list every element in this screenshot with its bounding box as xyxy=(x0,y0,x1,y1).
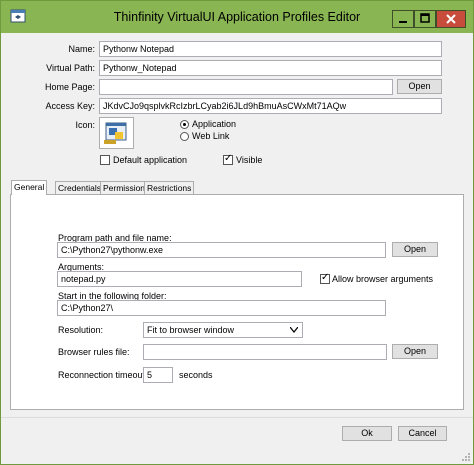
footer-divider xyxy=(1,417,473,418)
chevron-down-icon xyxy=(290,327,298,333)
app-icon-picker[interactable] xyxy=(99,117,134,149)
icon-label: Icon: xyxy=(75,120,95,130)
browser-rules-open-button[interactable]: Open xyxy=(392,344,438,359)
home-page-field[interactable] xyxy=(99,79,393,95)
start-folder-field[interactable]: C:\Python27\ xyxy=(57,300,386,316)
name-field[interactable]: Pythonw Notepad xyxy=(99,41,442,57)
python-app-icon xyxy=(104,122,127,144)
program-path-open-button[interactable]: Open xyxy=(392,242,438,257)
default-application-label: Default application xyxy=(113,155,188,165)
tab-general[interactable]: General xyxy=(11,180,48,195)
profiles-editor-window: Thinfinity VirtualUI Application Profile… xyxy=(0,0,474,465)
access-key-field[interactable]: JKdvCJo9qsplvkRcIzbrLCyab2i6JLd9hBmuAsCW… xyxy=(99,98,442,114)
minimize-icon xyxy=(399,21,407,23)
maximize-button[interactable] xyxy=(414,10,436,28)
minimize-button[interactable] xyxy=(392,10,414,28)
name-label: Name: xyxy=(68,44,95,54)
visible-checkbox[interactable]: ✓ xyxy=(223,153,233,165)
allow-browser-arguments-checkbox[interactable]: ✓ xyxy=(320,272,330,284)
close-button[interactable] xyxy=(436,10,466,28)
reconnection-timeout-field[interactable]: 5 xyxy=(143,367,173,383)
maximize-icon xyxy=(420,13,430,23)
home-page-label: Home Page: xyxy=(44,82,95,92)
virtual-path-label: Virtual Path: xyxy=(46,63,95,73)
resize-grip-icon[interactable] xyxy=(461,452,471,462)
checkmark-icon: ✓ xyxy=(321,272,330,283)
tab-credentials[interactable]: Credentials xyxy=(55,181,104,194)
browser-rules-field[interactable] xyxy=(143,344,387,360)
web-link-radio-label: Web Link xyxy=(192,131,230,141)
virtual-path-field[interactable]: Pythonw_Notepad xyxy=(99,60,442,76)
ok-button[interactable]: Ok xyxy=(342,426,392,441)
home-page-open-button[interactable]: Open xyxy=(397,79,442,94)
web-link-radio[interactable] xyxy=(180,132,189,141)
resolution-selected-value: Fit to browser window xyxy=(147,325,235,335)
close-icon xyxy=(446,14,456,24)
application-radio[interactable] xyxy=(180,120,189,129)
resolution-label: Resolution: xyxy=(58,325,104,335)
reconnection-timeout-label: Reconnection timeout: xyxy=(58,370,148,380)
radio-selected-dot xyxy=(183,123,186,126)
access-key-label: Access Key: xyxy=(45,101,95,111)
resolution-select[interactable]: Fit to browser window xyxy=(143,322,303,338)
program-path-field[interactable]: C:\Python27\pythonw.exe xyxy=(57,242,386,258)
arguments-field[interactable]: notepad.py xyxy=(57,271,302,287)
visible-label: Visible xyxy=(236,155,263,165)
default-application-checkbox[interactable] xyxy=(100,155,110,165)
general-tab-panel: Program path and file name: C:\Python27\… xyxy=(10,194,464,410)
reconnection-timeout-unit: seconds xyxy=(179,370,213,380)
allow-browser-arguments-label: Allow browser arguments xyxy=(332,274,434,284)
browser-rules-label: Browser rules file: xyxy=(58,347,130,357)
title-bar[interactable]: Thinfinity VirtualUI Application Profile… xyxy=(1,1,473,33)
checkmark-icon: ✓ xyxy=(224,153,233,164)
cancel-button[interactable]: Cancel xyxy=(398,426,447,441)
tab-restrictions[interactable]: Restrictions xyxy=(144,181,195,194)
application-radio-label: Application xyxy=(192,119,237,129)
